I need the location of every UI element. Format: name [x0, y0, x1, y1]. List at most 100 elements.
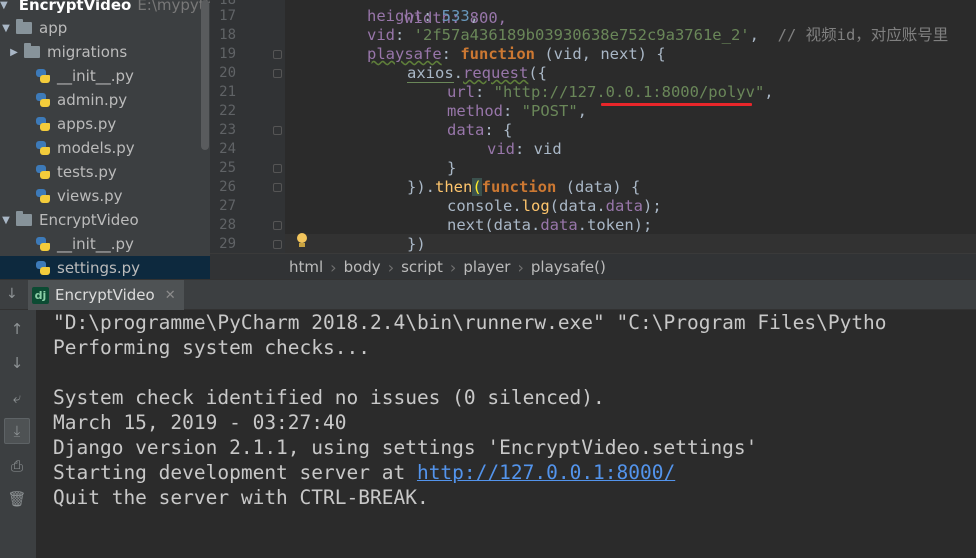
console-line: System check identified no issues (0 sil…	[53, 386, 605, 409]
project-tree: ▼ EncryptVideo E:\mypythor ▼ app ▶ migra…	[0, 0, 210, 279]
soft-wrap-icon[interactable]: ⤶	[4, 385, 30, 411]
fold-marker-icon[interactable]	[273, 183, 282, 192]
tree-item-label: apps.py	[57, 115, 117, 133]
code-token: (vid, next) {	[544, 45, 666, 63]
code-token: 533	[441, 7, 470, 25]
run-toolbar: ↑ ↓ ⤶ ⤓ ⎙ 🗑	[0, 310, 36, 558]
tree-item-label: app	[39, 19, 68, 37]
code-token: .token);	[577, 216, 653, 234]
code-token: vid	[367, 26, 395, 44]
tree-item-apps-py[interactable]: apps.py	[0, 112, 210, 136]
breadcrumb-separator-icon: ›	[517, 257, 524, 277]
trash-icon[interactable]: 🗑	[4, 486, 30, 512]
python-file-icon	[35, 188, 51, 204]
python-file-icon	[35, 260, 51, 276]
tree-root[interactable]: ▼ EncryptVideo E:\mypythor	[0, 0, 210, 17]
code-line: vid: '2f57a436189b03930638e752c9a3761e_2…	[367, 26, 949, 44]
code-token: function	[481, 178, 557, 196]
line-number: 20	[219, 65, 236, 81]
breadcrumb-item[interactable]: player	[463, 258, 510, 276]
fold-marker-icon[interactable]	[273, 50, 282, 59]
python-file-icon	[35, 92, 51, 108]
tree-item-label: views.py	[57, 187, 123, 205]
code-line: data: {	[447, 121, 513, 139]
code-token: function	[460, 45, 535, 63]
breadcrumb-separator-icon: ›	[387, 257, 395, 277]
console-output[interactable]: "D:\programme\PyCharm 2018.2.4\bin\runne…	[36, 310, 976, 558]
tab-encryptvideo[interactable]: dj EncryptVideo ✕	[28, 280, 184, 310]
fold-marker-icon[interactable]	[273, 221, 282, 230]
line-number: 21	[219, 84, 236, 100]
code-line: height: 533,	[367, 7, 480, 25]
tree-item-label: tests.py	[57, 163, 117, 181]
code-token: url	[447, 83, 475, 101]
console-line: Quit the server with CTRL-BREAK.	[53, 486, 429, 509]
breadcrumb-item[interactable]: html	[289, 258, 323, 276]
tree-item-init-py-2[interactable]: __init__.py	[0, 232, 210, 256]
console-line: March 15, 2019 - 03:27:40	[53, 411, 347, 434]
code-token: vid	[487, 140, 515, 158]
tree-item-encryptvideo[interactable]: ▼ EncryptVideo	[0, 208, 210, 232]
code-line: })	[407, 235, 426, 253]
tree-item-tests-py[interactable]: tests.py	[0, 160, 210, 184]
code-token: console.	[447, 197, 522, 215]
lightbulb-icon[interactable]	[296, 233, 308, 249]
print-icon[interactable]: ⎙	[4, 453, 30, 479]
console-line: Django version 2.1.1, using settings 'En…	[53, 436, 758, 459]
tree-item-label: __init__.py	[57, 235, 134, 253]
code-line: }	[447, 159, 456, 178]
tree-item-init-py[interactable]: __init__.py	[0, 64, 210, 88]
line-number: 22	[219, 103, 236, 119]
caret-row-highlight	[285, 234, 976, 253]
close-icon[interactable]: ✕	[165, 288, 176, 303]
line-number: 23	[219, 122, 236, 138]
code-line: url: "http://127.0.0.1:8000/polyv",	[447, 83, 774, 101]
tree-item-label: EncryptVideo	[39, 211, 139, 229]
chevron-down-icon[interactable]: ▼	[0, 215, 12, 226]
code-token: data	[447, 121, 485, 139]
down-arrow-icon[interactable]: ↓	[4, 350, 30, 376]
server-link[interactable]: http://127.0.0.1:8000/	[417, 461, 675, 484]
tree-item-models-py[interactable]: models.py	[0, 136, 210, 160]
fold-marker-icon[interactable]	[273, 164, 282, 173]
fold-marker-icon[interactable]	[273, 69, 282, 78]
tree-item-settings-py[interactable]: settings.py	[0, 256, 210, 279]
code-editor[interactable]: 18 17 18 19 20 21 22 23 24 25 26 27 28 2…	[210, 0, 976, 253]
chevron-down-icon[interactable]: ▼	[0, 0, 8, 11]
chevron-right-icon[interactable]: ▶	[8, 47, 20, 58]
chevron-down-icon[interactable]: ▼	[0, 23, 12, 34]
code-token: "http://127.0.0.1:8000/polyv"	[493, 83, 765, 101]
tree-item-label: models.py	[57, 139, 135, 157]
folder-icon	[24, 43, 40, 58]
tree-item-migrations[interactable]: ▶ migrations	[0, 40, 210, 64]
code-token: "POST"	[521, 102, 578, 120]
breadcrumb-item[interactable]: playsafe()	[531, 258, 606, 276]
line-number: 24	[219, 141, 236, 157]
code-token: axios	[407, 64, 454, 83]
breadcrumb-item[interactable]: script	[401, 258, 443, 276]
code-line: axios.request({	[407, 64, 548, 83]
line-number: 18	[219, 27, 236, 43]
up-arrow-icon[interactable]: ↑	[4, 316, 30, 342]
breadcrumb-separator-icon: ›	[449, 257, 457, 277]
breadcrumb-item[interactable]: body	[344, 258, 381, 276]
tree-scrollbar[interactable]	[201, 0, 209, 150]
console-text: Starting development server at	[53, 461, 417, 484]
console-line: Performing system checks...	[53, 336, 370, 359]
line-number: 19	[219, 46, 236, 62]
collapse-icon[interactable]: ↓	[6, 286, 18, 302]
tree-item-views-py[interactable]: views.py	[0, 184, 210, 208]
code-token: method	[447, 102, 503, 120]
code-token: data	[540, 216, 578, 234]
python-file-icon	[35, 116, 51, 132]
fold-marker-icon[interactable]	[273, 126, 282, 135]
tree-item-admin-py[interactable]: admin.py	[0, 88, 210, 112]
breadcrumb: html › body › script › player › playsafe…	[210, 253, 976, 280]
tree-item-label: migrations	[47, 43, 128, 61]
code-token: })	[407, 235, 426, 253]
console-line: "D:\programme\PyCharm 2018.2.4\bin\runne…	[53, 311, 887, 334]
scroll-to-end-icon[interactable]: ⤓	[4, 418, 30, 444]
tree-item-app[interactable]: ▼ app	[0, 16, 210, 40]
fold-marker-icon[interactable]	[273, 240, 282, 249]
tree-item-label: __init__.py	[57, 67, 134, 85]
